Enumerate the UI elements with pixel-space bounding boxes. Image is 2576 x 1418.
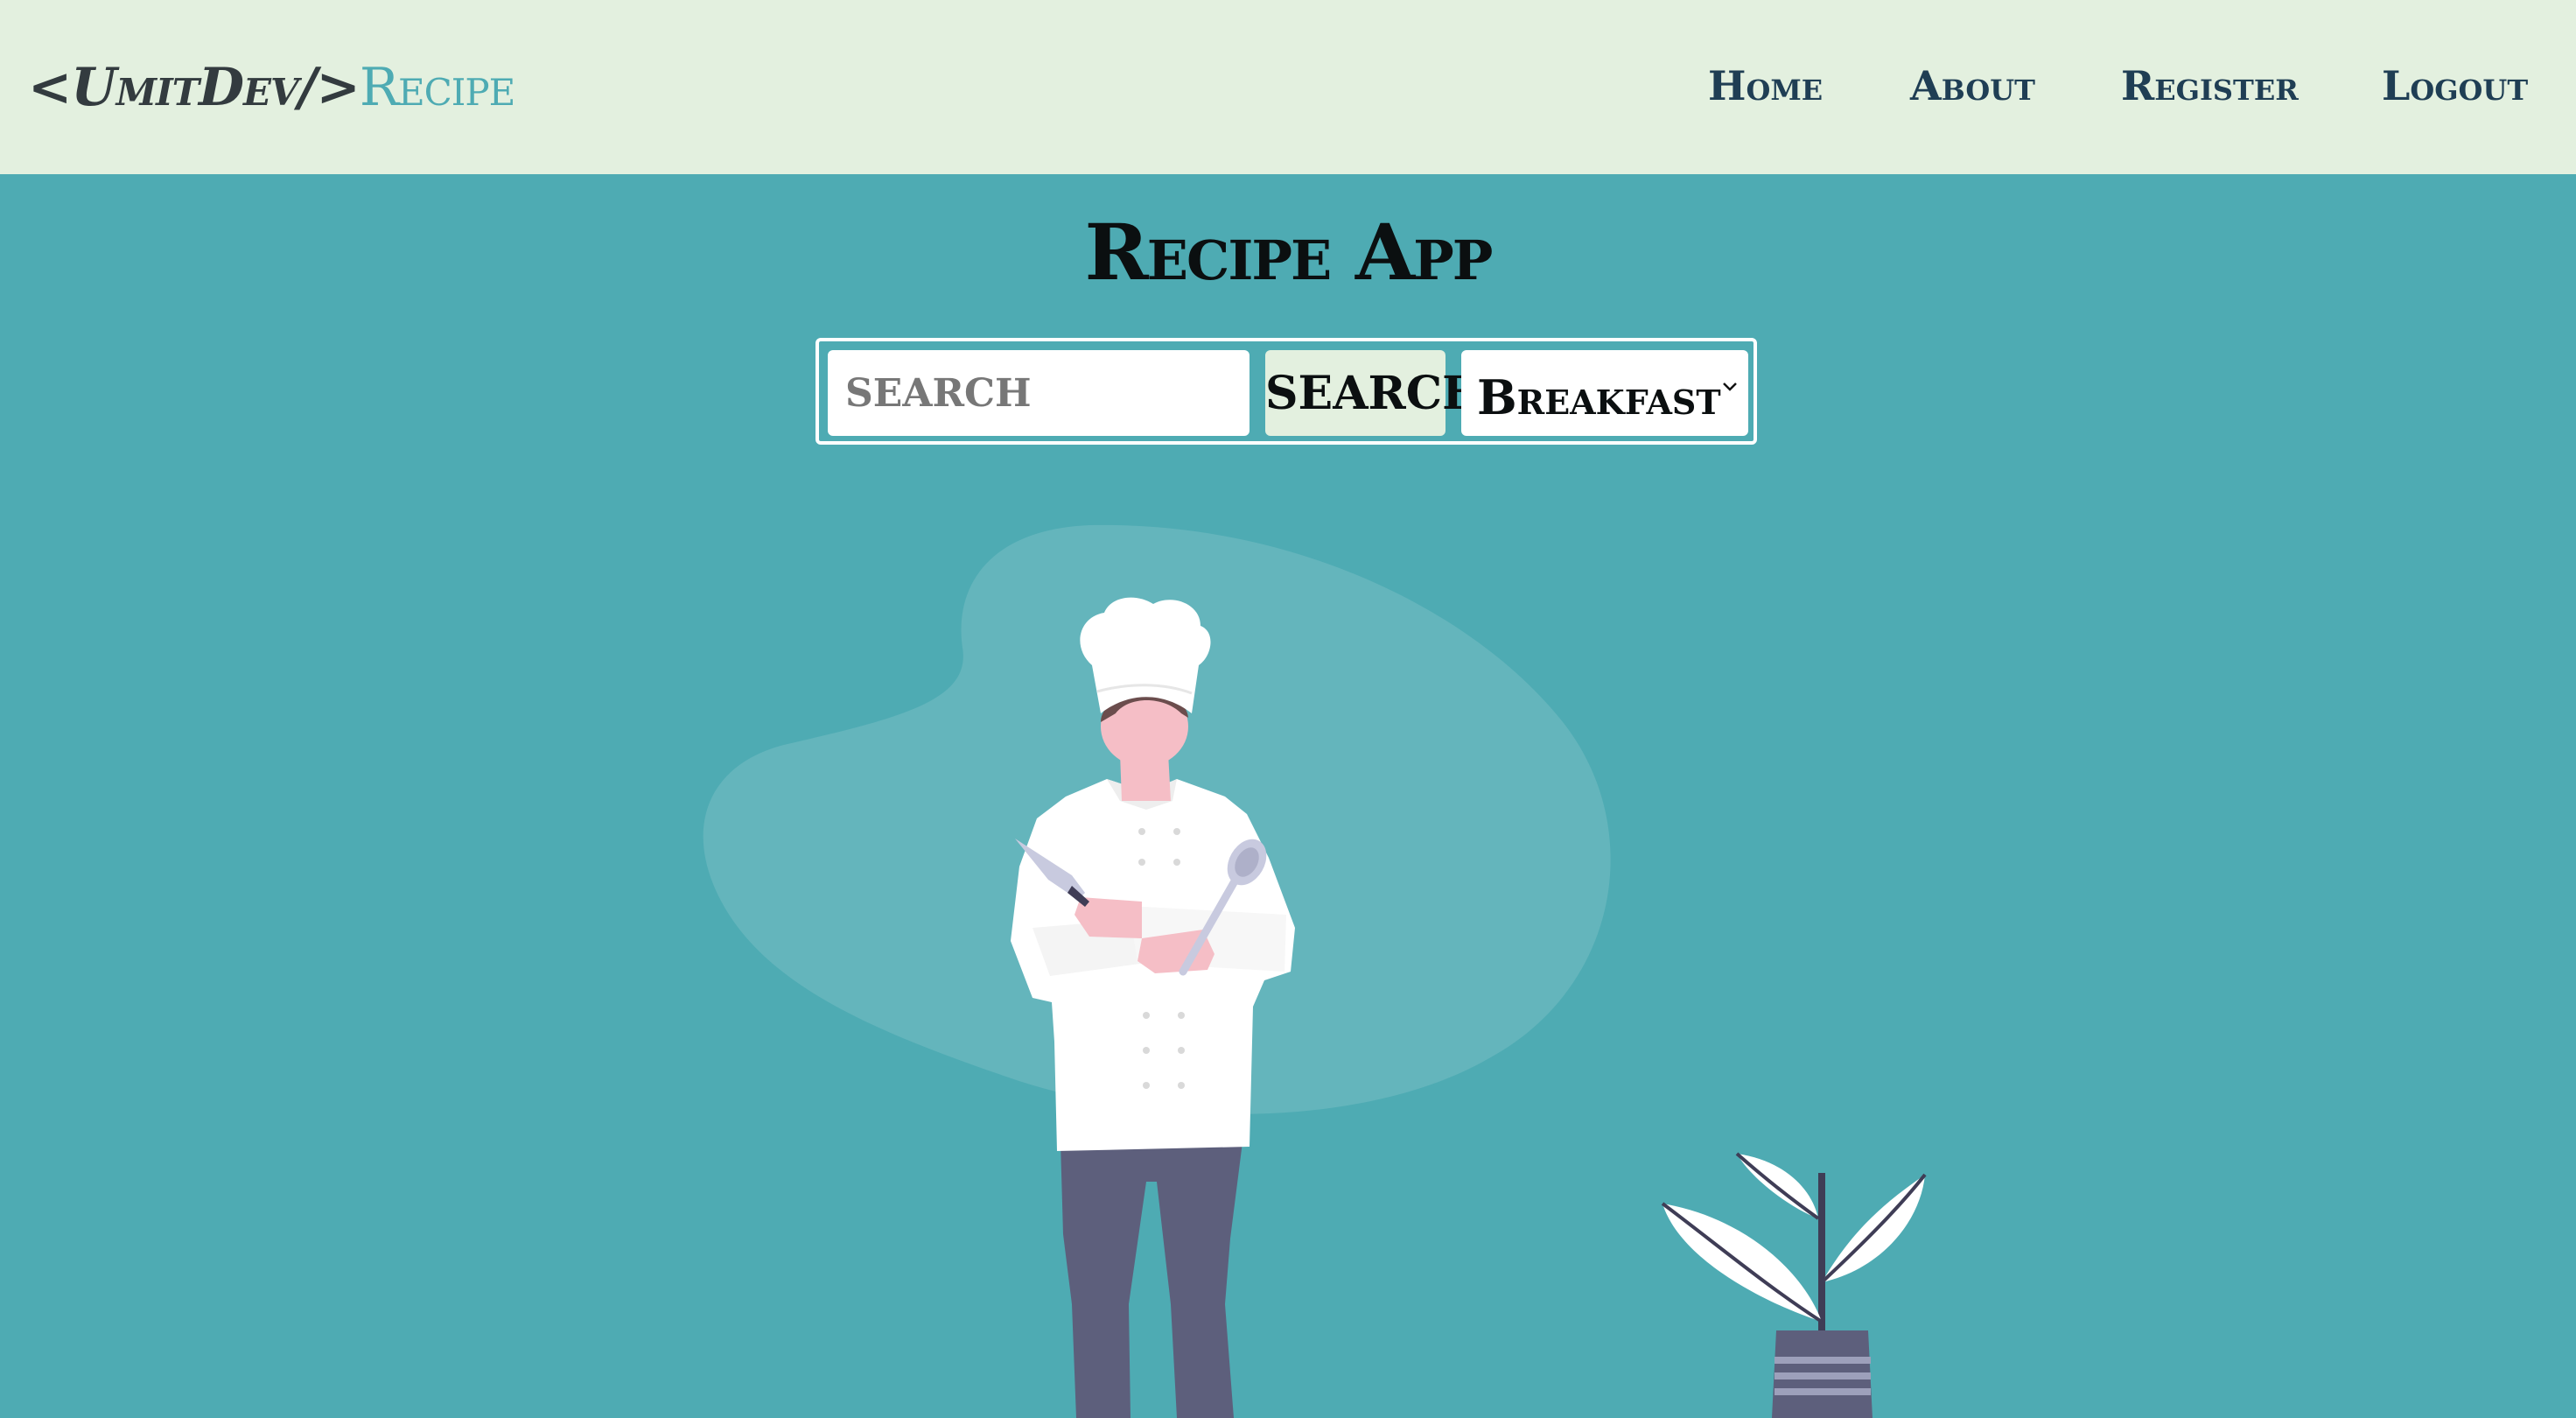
chef-illustration <box>703 524 1927 1418</box>
chef-legs <box>1060 1142 1242 1418</box>
potted-plant-illustration <box>1661 1152 1927 1418</box>
chef-hat-icon <box>1080 597 1211 713</box>
